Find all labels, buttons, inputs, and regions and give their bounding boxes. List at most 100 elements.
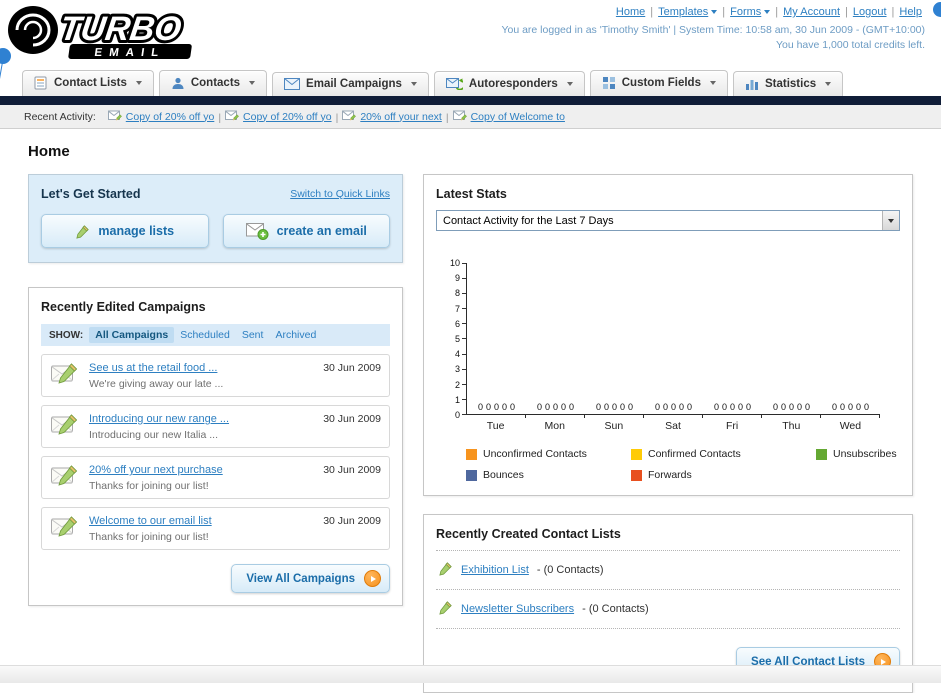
recent-activity-link[interactable]: Copy of 20% off yo [126, 111, 215, 123]
x-tick-label: Fri [726, 420, 739, 432]
chevron-down-icon [709, 81, 716, 85]
contact-list-link[interactable]: Newsletter Subscribers [461, 603, 574, 615]
bar-value-label: 0 [721, 402, 727, 412]
campaign-subtitle: Introducing our new Italia ... [89, 429, 218, 441]
x-tick-label: Wed [839, 420, 862, 432]
chevron-down-icon [825, 81, 832, 86]
bar-value-label: 0 [805, 402, 811, 412]
email-plus-icon [245, 222, 269, 240]
nav-tab-contacts[interactable]: Contacts [158, 70, 268, 96]
bar-value-label: 0 [561, 402, 567, 412]
nav-tab-email-campaigns[interactable]: Email Campaigns [272, 72, 429, 96]
manage-lists-label: manage lists [98, 224, 175, 238]
autoresponders-icon [445, 77, 463, 90]
legend-item: Bounces [466, 469, 631, 481]
nav-tab-label: Autoresponders [468, 77, 558, 90]
email-edit-icon [452, 110, 467, 124]
pencil-icon [438, 561, 453, 579]
bar-value-label: 0 [654, 402, 660, 412]
manage-lists-button[interactable]: manage lists [41, 214, 209, 248]
nav-tab-statistics[interactable]: Statistics [732, 71, 844, 96]
svg-text:EMAIL: EMAIL [94, 47, 166, 59]
chevron-down-icon [249, 81, 256, 85]
separator: | [445, 111, 449, 124]
email-edit-icon [342, 110, 357, 124]
bar-value-label: 0 [864, 402, 870, 412]
filter-all-campaigns[interactable]: All Campaigns [89, 327, 175, 343]
campaign-row[interactable]: Introducing our new range ... Introducing… [41, 405, 390, 448]
nav-tab-contact-lists[interactable]: Contact Lists [22, 70, 154, 96]
legend-swatch [816, 448, 827, 460]
chevron-down-icon [711, 10, 718, 15]
header-link-templates[interactable]: Templates [658, 6, 718, 18]
chart-group: 00000 [821, 263, 880, 418]
recent-activity-item: Copy of Welcome to [452, 110, 565, 124]
bar-value-label: 0 [603, 402, 609, 412]
chevron-down-icon [882, 211, 899, 230]
recent-activity-items: Copy of 20% off yo | Copy of 20% off yo | 20… [104, 110, 569, 124]
bar-value-label: 0 [662, 402, 668, 412]
bar-value-label: 0 [485, 402, 491, 412]
nav-tab-custom-fields[interactable]: Custom Fields [589, 70, 728, 96]
campaign-link[interactable]: Welcome to our email list [89, 515, 212, 527]
recent-activity-link[interactable]: 20% off your next [360, 111, 442, 123]
create-email-button[interactable]: create an email [222, 214, 390, 248]
chevron-down-icon [410, 82, 417, 86]
campaign-row[interactable]: 20% off your next purchase Thanks for joi… [41, 456, 390, 499]
contact-lists-title: Recently Created Contact Lists [436, 527, 900, 551]
campaign-link[interactable]: Introducing our new range ... [89, 413, 229, 425]
contact-list-row[interactable]: Exhibition List - (0 Contacts) [436, 551, 900, 590]
create-email-label: create an email [276, 224, 367, 238]
recent-activity-link[interactable]: Copy of 20% off yo [243, 111, 332, 123]
custom-fields-icon [602, 76, 616, 90]
x-tick-label: Sat [665, 420, 681, 432]
campaign-link[interactable]: See us at the retail food ... [89, 362, 217, 374]
bar-value-label: 0 [729, 402, 735, 412]
separator: | [775, 6, 779, 18]
chart-group: 00000 [644, 263, 703, 418]
switch-quick-links-link[interactable]: Switch to Quick Links [290, 188, 390, 200]
page-footer [0, 665, 941, 683]
header-link-help[interactable]: Help [899, 6, 922, 18]
filter-sent[interactable]: Sent [236, 327, 270, 343]
contact-list-row[interactable]: Newsletter Subscribers - (0 Contacts) [436, 590, 900, 629]
bar-value-label: 0 [502, 402, 508, 412]
chevron-down-icon [135, 81, 142, 85]
stats-period-value: Contact Activity for the Last 7 Days [443, 214, 614, 227]
chevron-down-icon [566, 81, 573, 86]
filter-archived[interactable]: Archived [269, 327, 322, 343]
nav-divider-bar [0, 96, 941, 105]
chart-legend: Unconfirmed Contacts Confirmed Contacts Un… [466, 448, 900, 481]
x-tick-label: Thu [782, 420, 801, 432]
arrow-right-icon [364, 570, 381, 587]
header-link-forms[interactable]: Forms [730, 6, 771, 18]
campaign-subtitle: Thanks for joining our list! [89, 531, 209, 543]
separator: | [845, 6, 848, 18]
bar-value-label: 0 [679, 402, 685, 412]
campaign-row[interactable]: See us at the retail food ... We're givin… [41, 354, 390, 397]
header-link-home[interactable]: Home [616, 6, 645, 18]
campaign-row[interactable]: Welcome to our email list Thanks for join… [41, 507, 390, 550]
recent-activity-link[interactable]: Copy of Welcome to [471, 111, 565, 123]
bar-value-label: 0 [780, 402, 786, 412]
left-column: Let's Get Started Switch to Quick Links … [28, 174, 403, 606]
filter-scheduled[interactable]: Scheduled [174, 327, 236, 343]
main-content: Home Let's Get Started Switch to Quick L… [0, 129, 941, 693]
stats-period-select[interactable]: Contact Activity for the Last 7 Days [436, 210, 900, 231]
contact-lists-icon [34, 76, 48, 90]
nav-tab-autoresponders[interactable]: Autoresponders [433, 71, 585, 96]
legend-swatch [466, 448, 477, 460]
view-all-campaigns-button[interactable]: View All Campaigns [231, 564, 390, 593]
header-link-my-account[interactable]: My Account [783, 6, 840, 18]
bar-value-label: 0 [839, 402, 845, 412]
separator: | [650, 6, 654, 18]
email-edit-icon [107, 110, 122, 124]
contact-list-link[interactable]: Exhibition List [461, 564, 529, 576]
get-started-title: Let's Get Started [41, 187, 141, 201]
get-started-panel: Let's Get Started Switch to Quick Links … [28, 174, 403, 263]
header-link-logout[interactable]: Logout [853, 6, 887, 18]
bar-value-label: 0 [510, 402, 516, 412]
campaign-filters: All Campaigns Scheduled Sent Archived [89, 327, 322, 343]
bar-value-label: 0 [595, 402, 601, 412]
campaign-link[interactable]: 20% off your next purchase [89, 464, 223, 476]
